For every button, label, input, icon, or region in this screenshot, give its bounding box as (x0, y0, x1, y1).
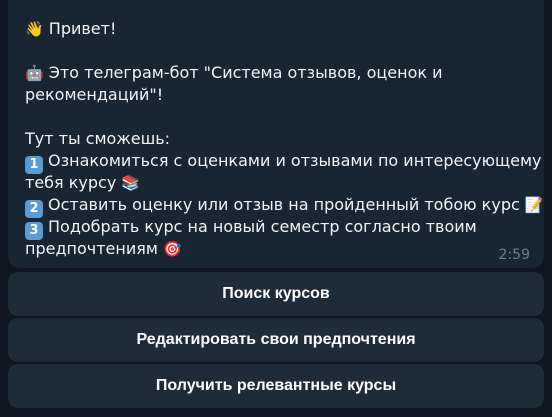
memo-icon: 📝 (524, 196, 544, 214)
list-item-1-text-cont: тебя курсу (25, 173, 117, 192)
list-item-1-text: Ознакомиться с оценками и отзывами по ин… (48, 151, 542, 170)
robot-icon: 🤖 (25, 64, 44, 82)
target-icon: 🎯 (163, 240, 182, 258)
search-courses-button[interactable]: Поиск курсов (8, 272, 544, 316)
list-item-3-cont: предпочтениям 🎯 (25, 238, 530, 260)
list-item-3-text: Подобрать курс на новый семестр согласно… (48, 217, 477, 236)
intro-line-1: 🤖 Это телеграм-бот "Система отзывов, оце… (25, 62, 530, 84)
intro-line-2: рекомендаций"! (25, 84, 530, 106)
list-item-3: 3 Подобрать курс на новый семестр согласн… (25, 216, 530, 240)
books-icon: 📚 (121, 174, 141, 192)
list-title: Тут ты сможешь: (25, 128, 530, 150)
list-item-2-text: Оставить оценку или отзыв на пройденный … (48, 195, 520, 214)
list-item-1: 1 Ознакомиться с оценками и отзывами по и… (25, 150, 542, 174)
message-bubble: 👋 Привет! 🤖 Это телеграм-бот "Система от… (8, 0, 544, 268)
list-item-1-cont: тебя курсу 📚 (25, 172, 530, 194)
greeting-line: 👋 Привет! (25, 18, 530, 40)
waving-hand-icon: 👋 (25, 20, 44, 38)
edit-preferences-button[interactable]: Редактировать свои предпочтения (8, 318, 544, 362)
intro-text-2: рекомендаций"! (25, 85, 164, 104)
list-title-text: Тут ты сможешь: (25, 129, 171, 148)
list-item-3-text-cont: предпочтениям (25, 239, 158, 258)
message-timestamp: 2:59 (498, 247, 530, 263)
list-item-2: 2 Оставить оценку или отзыв на пройденный… (25, 194, 544, 218)
intro-text-1: Это телеграм-бот "Система отзывов, оцено… (48, 63, 443, 82)
greeting-text: Привет! (48, 19, 117, 38)
get-relevant-courses-button[interactable]: Получить релевантные курсы (8, 364, 544, 408)
